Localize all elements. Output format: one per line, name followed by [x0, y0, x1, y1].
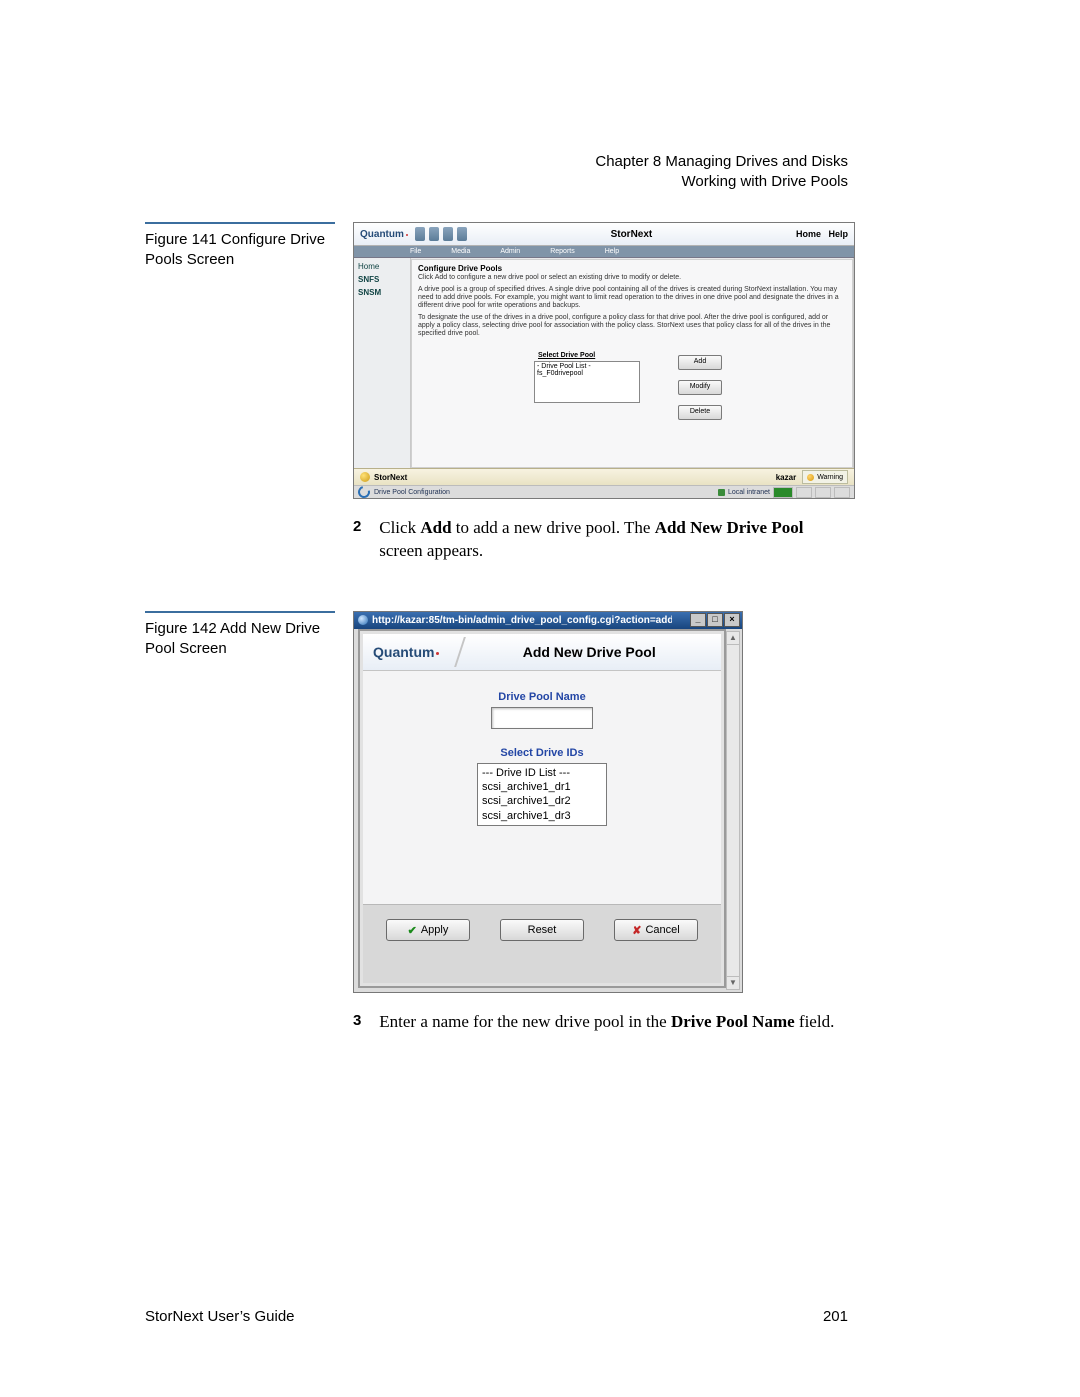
- step-3: 3 Enter a name for the new drive pool in…: [353, 1011, 950, 1034]
- popup-body: Drive Pool Name Select Drive IDs --- Dri…: [363, 670, 721, 904]
- drive-id-listbox[interactable]: --- Drive ID List --- scsi_archive1_dr1 …: [477, 763, 607, 826]
- maximize-button[interactable]: □: [707, 613, 723, 627]
- close-button[interactable]: ×: [724, 613, 740, 627]
- left-nav: Home SNFS SNSM: [354, 258, 411, 468]
- popup-title: Add New Drive Pool: [467, 644, 711, 660]
- banner-decoration: [415, 227, 467, 241]
- popup-url: http://kazar:85/tm-bin/admin_drive_pool_…: [372, 615, 672, 626]
- brand-dot-icon: [436, 652, 439, 655]
- popup-title-bar: http://kazar:85/tm-bin/admin_drive_pool_…: [354, 612, 742, 629]
- warning-badge[interactable]: Warning: [802, 470, 848, 484]
- brand-logo: Quantum: [360, 229, 409, 240]
- drive-pool-name-label: Drive Pool Name: [373, 691, 711, 703]
- section-label: Working with Drive Pools: [595, 172, 848, 192]
- content-panel: Configure Drive Pools Click Add to confi…: [411, 259, 853, 468]
- page-number: 201: [823, 1308, 848, 1325]
- content-para-1: Click Add to configure a new drive pool …: [418, 274, 846, 282]
- check-icon: ✔: [408, 924, 417, 937]
- figure-142-caption: Figure 142 Add New Drive Pool Screen: [145, 611, 345, 993]
- scroll-down-icon[interactable]: ▼: [727, 976, 739, 989]
- menu-admin[interactable]: Admin: [500, 248, 520, 255]
- popup-button-row: ✔ Apply Reset ✘ Cancel: [363, 904, 721, 983]
- configure-drive-pools-window: Quantum StorNext Home Help File Media Ad…: [353, 222, 855, 499]
- step-2: 2 Click Add to add a new drive pool. The…: [353, 517, 950, 563]
- menu-help[interactable]: Help: [605, 248, 619, 255]
- add-button[interactable]: Add: [678, 355, 722, 370]
- home-link[interactable]: Home: [796, 229, 821, 239]
- menu-reports[interactable]: Reports: [550, 248, 575, 255]
- ie-icon: [356, 484, 372, 500]
- caption-rule: [145, 611, 335, 613]
- nav-snfs[interactable]: SNFS: [358, 275, 406, 284]
- scroll-up-icon[interactable]: ▲: [727, 632, 739, 645]
- menu-media[interactable]: Media: [451, 248, 470, 255]
- drive-id-list-item[interactable]: scsi_archive1_dr3: [482, 809, 602, 823]
- x-icon: ✘: [632, 924, 641, 937]
- app-footer: StorNext kazar Warning: [354, 468, 854, 485]
- scrollbar[interactable]: ▲ ▼: [726, 631, 740, 990]
- minimize-button[interactable]: _: [690, 613, 706, 627]
- content-para-3: To designate the use of the drives in a …: [418, 314, 846, 338]
- caption-rule: [145, 222, 335, 224]
- apply-button[interactable]: ✔ Apply: [386, 919, 470, 941]
- guide-title: StorNext User’s Guide: [145, 1308, 295, 1325]
- browser-status-bar: Drive Pool Configuration Local intranet: [354, 485, 854, 498]
- footer-host: kazar: [776, 473, 796, 482]
- add-new-drive-pool-window: http://kazar:85/tm-bin/admin_drive_pool_…: [353, 611, 743, 993]
- page-footer: StorNext User’s Guide 201: [145, 1308, 848, 1325]
- delete-button[interactable]: Delete: [678, 405, 722, 420]
- menu-bar: File Media Admin Reports Help: [354, 246, 854, 258]
- brand-dot-icon: [406, 234, 408, 236]
- app-banner: Quantum StorNext Home Help: [354, 223, 854, 246]
- security-zone: Local intranet: [728, 489, 770, 496]
- select-drive-ids-label: Select Drive IDs: [373, 747, 711, 759]
- chapter-label: Chapter 8 Managing Drives and Disks: [595, 152, 848, 172]
- cancel-button[interactable]: ✘ Cancel: [614, 919, 698, 941]
- content-heading: Configure Drive Pools: [418, 264, 846, 273]
- modify-button[interactable]: Modify: [678, 380, 722, 395]
- document-page: Chapter 8 Managing Drives and Disks Work…: [0, 0, 1080, 1397]
- nav-snsm[interactable]: SNSM: [358, 288, 406, 297]
- brand-logo: Quantum: [373, 644, 439, 660]
- page-header: Chapter 8 Managing Drives and Disks Work…: [595, 152, 848, 193]
- figure-141-caption: Figure 141 Configure Drive Pools Screen: [145, 222, 345, 499]
- content-para-2: A drive pool is a group of specified dri…: [418, 286, 846, 310]
- drive-pool-list-item[interactable]: fs_F0drivepool: [537, 370, 637, 377]
- menu-file[interactable]: File: [410, 248, 421, 255]
- footer-brand: StorNext: [374, 473, 407, 482]
- reset-button[interactable]: Reset: [500, 919, 584, 941]
- help-link[interactable]: Help: [828, 229, 848, 239]
- nav-home[interactable]: Home: [358, 262, 406, 271]
- footer-logo-icon: [360, 472, 370, 482]
- banner-links: Home Help: [796, 229, 848, 239]
- drive-id-list-item[interactable]: scsi_archive1_dr2: [482, 794, 602, 808]
- warning-icon: [807, 474, 814, 481]
- status-text: Drive Pool Configuration: [374, 489, 450, 496]
- drive-id-list-header: --- Drive ID List ---: [482, 766, 602, 780]
- ie-icon: [358, 615, 368, 625]
- zone-icon: [718, 489, 725, 496]
- drive-pool-listbox[interactable]: - Drive Pool List - fs_F0drivepool: [534, 361, 640, 403]
- drive-pool-list-header: - Drive Pool List -: [537, 363, 637, 370]
- drive-id-list-item[interactable]: scsi_archive1_dr1: [482, 780, 602, 794]
- popup-header: Quantum Add New Drive Pool: [363, 634, 721, 670]
- product-name: StorNext: [467, 229, 796, 240]
- drive-pool-name-input[interactable]: [491, 707, 593, 729]
